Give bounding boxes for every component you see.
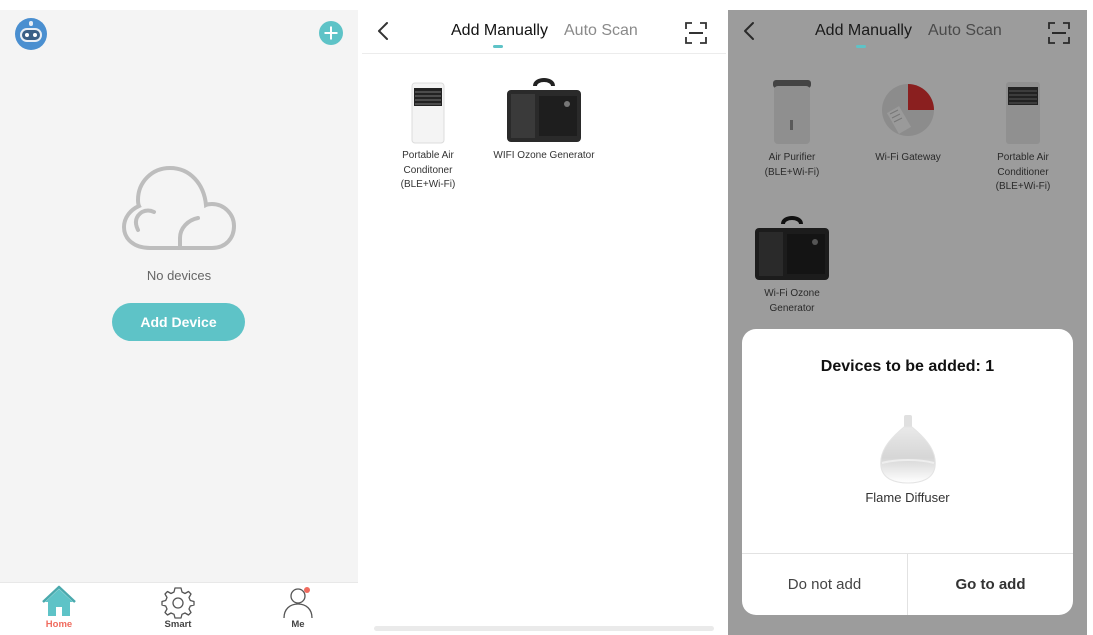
tab-me[interactable]: Me — [263, 585, 333, 633]
portable-air-conditioner-image — [411, 82, 445, 144]
device-item[interactable]: Wi-Fi Gateway — [867, 80, 949, 166]
device-item[interactable]: Air Purifier (BLE+Wi-Fi) — [752, 80, 832, 180]
empty-state-text: No devices — [146, 268, 212, 283]
dialog-title: Devices to be added: 1 — [820, 358, 995, 375]
add-device-dialog-screen: Add Manually Auto Scan Air Purifier (BLE… — [728, 10, 1087, 635]
cloud-icon — [121, 165, 237, 250]
air-purifier-image — [773, 80, 811, 144]
device-item[interactable]: Portable Air Conditioner (BLE+Wi-Fi) — [983, 80, 1063, 195]
tab-home[interactable]: Home — [24, 585, 94, 633]
robot-avatar-icon[interactable] — [14, 17, 48, 51]
person-icon — [283, 587, 313, 619]
tab-add-manually[interactable]: Add Manually — [451, 22, 548, 40]
tab-me-label: Me — [291, 619, 305, 630]
devices-to-add-dialog: Devices to be added: 1 Flame Diffuser Do… — [742, 329, 1073, 615]
tab-auto-scan[interactable]: Auto Scan — [928, 22, 1002, 40]
device-item[interactable]: Wi-Fi Ozone Generator — [746, 216, 838, 316]
do-not-add-button[interactable]: Do not add — [742, 554, 907, 615]
add-device-screen: Add Manually Auto Scan Portable Air Cond… — [362, 10, 726, 635]
tab-auto-scan[interactable]: Auto Scan — [564, 22, 638, 40]
scan-qr-icon[interactable] — [685, 22, 707, 44]
gear-icon — [161, 587, 195, 619]
back-chevron-icon[interactable] — [376, 21, 390, 41]
plus-icon[interactable] — [319, 21, 343, 45]
ozone-generator-image — [507, 78, 581, 142]
portable-air-conditioner-image — [1006, 82, 1040, 144]
device-name: Wi-Fi Gateway — [875, 152, 941, 163]
device-name: WIFI Ozone Generator — [493, 150, 595, 161]
top-header: Add Manually Auto Scan — [362, 10, 726, 54]
device-item[interactable]: Portable Air Conditoner (BLE+Wi-Fi) — [388, 82, 468, 193]
device-item[interactable]: WIFI Ozone Generator — [490, 78, 598, 164]
home-indicator — [374, 626, 714, 631]
tab-smart[interactable]: Smart — [143, 585, 213, 633]
device-name: Portable Air Conditioner (BLE+Wi-Fi) — [995, 152, 1051, 192]
wifi-gateway-image — [882, 84, 934, 136]
back-chevron-icon[interactable] — [742, 21, 756, 41]
active-tab-indicator — [856, 45, 866, 48]
home-icon — [42, 585, 76, 616]
ozone-generator-image — [755, 216, 829, 280]
top-header: Add Manually Auto Scan — [728, 10, 1087, 54]
go-to-add-button[interactable]: Go to add — [908, 554, 1073, 615]
tab-smart-label: Smart — [164, 619, 192, 630]
home-screen: No devices Add Device Home Smart Me — [0, 10, 358, 635]
tab-add-manually[interactable]: Add Manually — [815, 22, 912, 40]
flame-diffuser-image — [880, 415, 936, 484]
scan-qr-icon[interactable] — [1048, 22, 1070, 44]
bottom-tab-bar: Home Smart Me — [0, 582, 358, 635]
dialog-device-name: Flame Diffuser — [865, 490, 950, 505]
tab-home-label: Home — [45, 619, 73, 630]
device-name: Portable Air Conditoner (BLE+Wi-Fi) — [400, 150, 456, 190]
device-name: Wi-Fi Ozone Generator — [764, 288, 820, 314]
add-device-button[interactable]: Add Device — [112, 303, 245, 341]
active-tab-indicator — [493, 45, 503, 48]
device-name: Air Purifier (BLE+Wi-Fi) — [764, 152, 820, 178]
